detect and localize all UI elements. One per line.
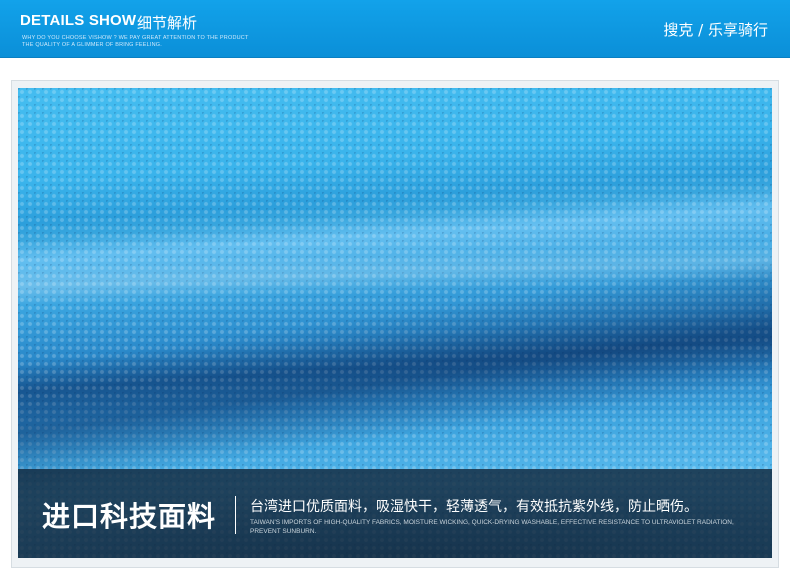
caption-title: 进口科技面料 (42, 500, 217, 533)
header-bar: DETAILS SHOW 细节解析 WHY DO YOU CHOOSE VISH… (0, 0, 790, 58)
section-subtitle: WHY DO YOU CHOOSE VISHOW ? WE PAY GREAT … (22, 35, 249, 49)
caption-divider (235, 496, 236, 534)
brand-slogan: 搜克 / 乐享骑行 (663, 21, 768, 39)
caption-banner: 进口科技面料 台湾进口优质面料，吸湿快干，轻薄透气，有效抵抗紫外线，防止晒伤。 … (18, 469, 772, 558)
section-title-cn: 细节解析 (137, 14, 198, 32)
subtitle-line-2: THE QUALITY OF A GLIMMER OF BRING FEELIN… (22, 42, 163, 48)
section-title-en: DETAILS SHOW (20, 12, 137, 29)
caption-description-en: TAIWAN'S IMPORTS OF HIGH-QUALITY FABRICS… (250, 519, 734, 535)
subtitle-line-1: WHY DO YOU CHOOSE VISHOW ? WE PAY GREAT … (22, 35, 249, 41)
caption-description: 台湾进口优质面料，吸湿快干，轻薄透气，有效抵抗紫外线，防止晒伤。 (250, 499, 698, 515)
